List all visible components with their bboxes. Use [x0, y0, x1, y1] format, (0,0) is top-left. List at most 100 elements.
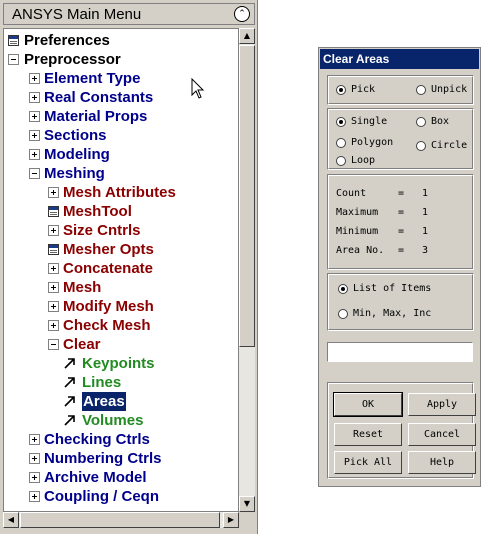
radio-icon: [416, 85, 426, 95]
stat-value: 3: [422, 245, 429, 256]
collapse-icon[interactable]: ⌃: [234, 6, 250, 22]
minus-icon[interactable]: [48, 339, 59, 350]
plus-icon[interactable]: [48, 282, 59, 293]
plus-icon[interactable]: [48, 301, 59, 312]
tree-item-modeling[interactable]: Modeling: [4, 145, 238, 164]
tree-item-mesh-attributes[interactable]: Mesh Attributes: [4, 183, 238, 202]
tree-item-label: Mesher Opts: [63, 241, 154, 258]
stat-value: 1: [422, 207, 429, 218]
ok-button[interactable]: OK: [333, 392, 403, 417]
plus-icon[interactable]: [48, 320, 59, 331]
tree-item-preprocessor[interactable]: Preprocessor: [4, 50, 238, 69]
tree-item-lines[interactable]: Lines: [4, 373, 238, 392]
dialog-icon[interactable]: [48, 206, 59, 217]
plus-icon[interactable]: [29, 491, 40, 502]
tree-item-archive-model[interactable]: Archive Model: [4, 468, 238, 487]
stat-label: Maximum: [336, 207, 379, 218]
plus-icon[interactable]: [29, 453, 40, 464]
box-label: Box: [431, 116, 450, 127]
scroll-down-button[interactable]: ▼: [239, 496, 255, 512]
tree-item-label: Areas: [82, 392, 126, 411]
stat-value: 1: [422, 188, 429, 199]
pick-label: Pick: [351, 84, 376, 95]
stat-equals: =: [398, 207, 405, 218]
tree-item-concatenate[interactable]: Concatenate: [4, 259, 238, 278]
plus-icon[interactable]: [48, 263, 59, 274]
list-of-items-label: List of Items: [353, 283, 432, 294]
tree-item-areas[interactable]: Areas: [4, 392, 238, 411]
main-menu-title-bar: ANSYS Main Menu ⌃: [3, 3, 255, 25]
button-group: OK Apply Reset Cancel Pick All Help: [327, 382, 476, 479]
tree-item-mesher-opts[interactable]: Mesher Opts: [4, 240, 238, 259]
down-arrow-icon: ▼: [243, 499, 251, 508]
plus-icon[interactable]: [29, 92, 40, 103]
tree-item-label: Archive Model: [44, 469, 147, 486]
pick-all-button[interactable]: Pick All: [334, 451, 402, 474]
scroll-right-button[interactable]: ▶: [223, 512, 239, 528]
pick-arrow-icon: [63, 413, 77, 427]
clear-areas-dialog: Clear Areas Pick Unpick Single Box Polyg…: [318, 47, 481, 487]
tree-item-mesh[interactable]: Mesh: [4, 278, 238, 297]
tree-item-modify-mesh[interactable]: Modify Mesh: [4, 297, 238, 316]
horizontal-scrollbar[interactable]: ◀ ▶: [3, 512, 239, 528]
tree-item-label: Keypoints: [82, 355, 155, 372]
tree-item-material-props[interactable]: Material Props: [4, 107, 238, 126]
tree-item-clear[interactable]: Clear: [4, 335, 238, 354]
tree-item-size-cntrls[interactable]: Size Cntrls: [4, 221, 238, 240]
tree-item-coupling-ceqn[interactable]: Coupling / Ceqn: [4, 487, 238, 506]
tree-item-meshtool[interactable]: MeshTool: [4, 202, 238, 221]
plus-icon[interactable]: [29, 434, 40, 445]
minus-icon[interactable]: [8, 54, 19, 65]
pick-arrow-icon: [63, 375, 77, 389]
radio-icon: [336, 117, 346, 127]
scroll-up-button[interactable]: ▲: [239, 28, 255, 44]
tree-item-label: Clear: [63, 336, 101, 353]
polygon-label: Polygon: [351, 137, 394, 148]
horizontal-scroll-thumb[interactable]: [20, 512, 220, 528]
radio-icon: [336, 138, 346, 148]
plus-icon[interactable]: [29, 73, 40, 84]
dialog-title: Clear Areas: [323, 52, 390, 66]
help-button[interactable]: Help: [408, 451, 476, 474]
dialog-title-bar: Clear Areas: [320, 49, 479, 69]
minus-icon[interactable]: [29, 168, 40, 179]
dialog-icon[interactable]: [8, 35, 19, 46]
stat-value: 1: [422, 226, 429, 237]
scroll-left-button[interactable]: ◀: [3, 512, 19, 528]
vertical-scrollbar[interactable]: ▲ ▼: [239, 28, 255, 512]
right-arrow-icon: ▶: [227, 515, 235, 524]
tree-item-check-mesh[interactable]: Check Mesh: [4, 316, 238, 335]
apply-button[interactable]: Apply: [408, 393, 476, 416]
plus-icon[interactable]: [29, 149, 40, 160]
tree-item-preferences[interactable]: Preferences: [4, 31, 238, 50]
mouse-cursor-icon: [191, 78, 205, 99]
plus-icon[interactable]: [29, 111, 40, 122]
tree-item-volumes[interactable]: Volumes: [4, 411, 238, 430]
tree-item-sections[interactable]: Sections: [4, 126, 238, 145]
plus-icon[interactable]: [48, 225, 59, 236]
pick-stats-group: Count = 1 Maximum = 1 Minimum = 1 Area No. = 3: [327, 174, 474, 270]
single-label: Single: [351, 116, 388, 127]
pick-arrow-icon: [63, 356, 77, 370]
ansys-main-menu-window: ANSYS Main Menu ⌃ Preferences Preprocesso…: [0, 0, 258, 534]
reset-button[interactable]: Reset: [334, 423, 402, 446]
dialog-icon[interactable]: [48, 244, 59, 255]
cancel-button[interactable]: Cancel: [408, 423, 476, 446]
plus-icon[interactable]: [29, 472, 40, 483]
plus-icon[interactable]: [29, 130, 40, 141]
stat-label: Area No.: [336, 245, 385, 256]
stat-row-area-no: Area No. = 3: [336, 244, 466, 257]
plus-icon[interactable]: [48, 187, 59, 198]
tree-item-meshing[interactable]: Meshing: [4, 164, 238, 183]
tree-item-keypoints[interactable]: Keypoints: [4, 354, 238, 373]
vertical-scroll-thumb[interactable]: [239, 45, 255, 347]
tree-item-label: Checking Ctrls: [44, 431, 150, 448]
item-entry-input[interactable]: [327, 342, 473, 362]
tree-item-numbering-ctrls[interactable]: Numbering Ctrls: [4, 449, 238, 468]
stat-row-maximum: Maximum = 1: [336, 206, 466, 219]
tree-item-checking-ctrls[interactable]: Checking Ctrls: [4, 430, 238, 449]
tree-item-label: Mesh Attributes: [63, 184, 176, 201]
pick-mode-group: Pick Unpick: [327, 75, 474, 105]
tree-item-label: Check Mesh: [63, 317, 151, 334]
min-max-inc-label: Min, Max, Inc: [353, 308, 432, 319]
